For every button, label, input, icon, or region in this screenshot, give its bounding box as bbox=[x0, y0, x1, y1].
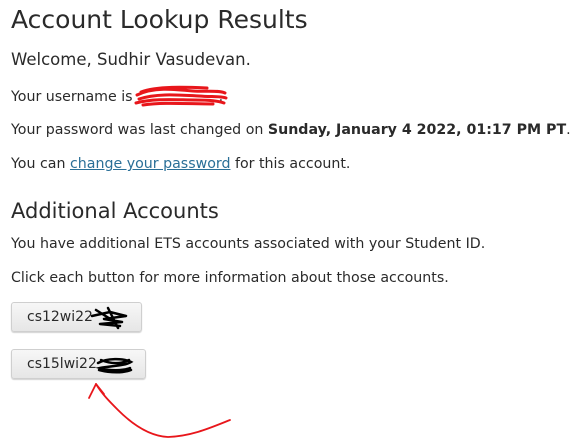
account-button-label: cs12wi22 bbox=[27, 309, 93, 325]
click-instructions-text: Click each button for more information a… bbox=[11, 270, 449, 286]
account-button-cs12wi22[interactable]: cs12wi22 bbox=[11, 302, 142, 332]
page-title: Account Lookup Results bbox=[11, 5, 308, 34]
account-button-label: cs15lwi22 bbox=[27, 356, 97, 372]
password-changed-date: Sunday, January 4 2022, 01:17 PM PT bbox=[267, 122, 567, 138]
welcome-message: Welcome, Sudhir Vasudevan. bbox=[11, 50, 251, 69]
change-password-line: You can change your password for this ac… bbox=[11, 156, 351, 172]
password-changed-line: Your password was last changed on Sunday… bbox=[11, 122, 570, 138]
username-line: Your username is. bbox=[11, 89, 224, 105]
change-password-link[interactable]: change your password bbox=[70, 156, 231, 172]
account-button-cs15lwi22[interactable]: cs15lwi22 bbox=[11, 349, 146, 379]
username-label: Your username is bbox=[11, 89, 133, 105]
additional-accounts-text: You have additional ETS accounts associa… bbox=[11, 236, 486, 252]
annotation-arrow bbox=[88, 383, 231, 438]
additional-accounts-heading: Additional Accounts bbox=[11, 199, 219, 223]
